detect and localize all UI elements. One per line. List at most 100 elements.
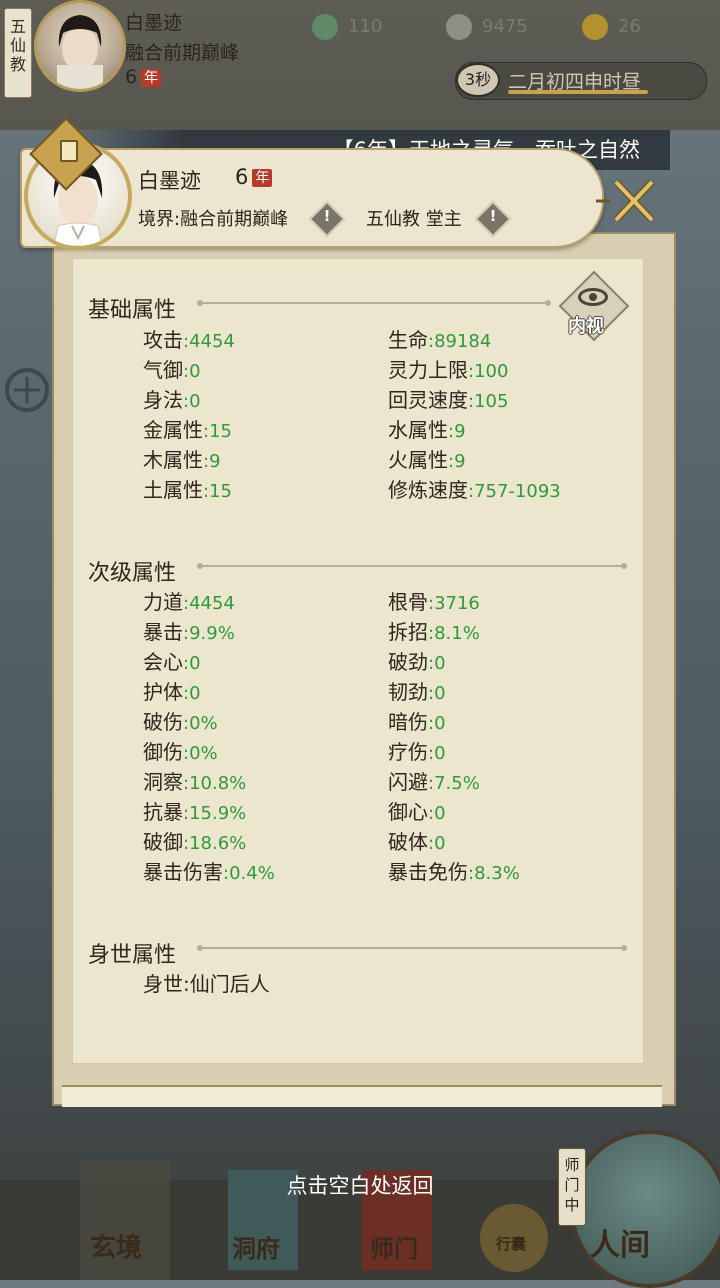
attribute-row: 暴击伤害:0.4% bbox=[143, 856, 275, 885]
attribute-label: 护体 bbox=[143, 680, 183, 704]
section-divider bbox=[197, 945, 627, 951]
attribute-value: :0.4% bbox=[223, 863, 275, 884]
attribute-row: 御伤:0% bbox=[143, 736, 218, 765]
attribute-label: 破劲 bbox=[388, 650, 428, 674]
attribute-label: 破体 bbox=[388, 830, 428, 854]
attribute-label: 破御 bbox=[143, 830, 183, 854]
origin-attributes-title: 身世属性 bbox=[88, 943, 177, 968]
attribute-label: 土属性 bbox=[143, 478, 203, 502]
attribute-label: 暴击 bbox=[143, 620, 183, 644]
attribute-label: 金属性 bbox=[143, 418, 203, 442]
attribute-row: 拆招:8.1% bbox=[388, 616, 480, 645]
profile-realm: 境界:融合前期巅峰 bbox=[138, 209, 289, 230]
resource-jade[interactable]: 110 bbox=[312, 14, 382, 40]
attribute-row: 修炼速度:757-1093 bbox=[388, 474, 561, 503]
attribute-label: 根骨 bbox=[388, 590, 428, 614]
nav-shimen[interactable]: 师门 bbox=[370, 1229, 418, 1264]
attribute-label: 抗暴 bbox=[143, 800, 183, 824]
coin-value: 9475 bbox=[482, 16, 528, 37]
strength-value: 26 bbox=[618, 16, 641, 37]
attribute-label: 御心 bbox=[388, 800, 428, 824]
attribute-row: 护体:0 bbox=[143, 676, 201, 705]
attribute-value: :4454 bbox=[183, 593, 235, 614]
resource-strength[interactable]: 26 bbox=[582, 14, 641, 40]
profile-years: 6年 bbox=[235, 165, 273, 189]
attribute-value: :9 bbox=[448, 421, 466, 442]
nav-dongfu[interactable]: 洞府 bbox=[232, 1229, 280, 1264]
player-years: 6年 bbox=[125, 66, 162, 88]
attribute-value: :0 bbox=[183, 683, 201, 704]
attribute-value: :105 bbox=[468, 391, 509, 412]
attribute-row: 火属性:9 bbox=[388, 444, 466, 473]
attribute-row: 韧劲:0 bbox=[388, 676, 446, 705]
time-progress bbox=[508, 90, 648, 94]
attribute-row: 暴击免伤:8.3% bbox=[388, 856, 520, 885]
attribute-row: 根骨:3716 bbox=[388, 586, 480, 615]
attribute-label: 韧劲 bbox=[388, 680, 428, 704]
year-stamp: 年 bbox=[141, 68, 162, 87]
inner-view-button[interactable]: 内视 bbox=[558, 270, 630, 342]
nav-xuanjing[interactable]: 玄境 bbox=[90, 1227, 142, 1264]
player-avatar[interactable] bbox=[34, 0, 126, 92]
attribute-row: 金属性:15 bbox=[143, 414, 232, 443]
player-portrait-icon bbox=[57, 15, 103, 89]
attribute-row: 暗伤:0 bbox=[388, 706, 446, 735]
attribute-row: 疗伤:0 bbox=[388, 736, 446, 765]
player-name: 白墨迹 bbox=[125, 12, 183, 34]
origin-label: 身世 bbox=[143, 972, 183, 996]
eye-icon bbox=[578, 288, 608, 306]
jade-icon bbox=[312, 14, 338, 40]
inner-view-label: 内视 bbox=[568, 316, 604, 337]
attribute-value: :15 bbox=[203, 481, 232, 502]
attribute-value: :8.3% bbox=[468, 863, 520, 884]
attribute-value: :0% bbox=[183, 713, 218, 734]
attribute-label: 水属性 bbox=[388, 418, 448, 442]
attribute-value: :15 bbox=[203, 421, 232, 442]
attribute-value: :0 bbox=[428, 833, 446, 854]
sect-tag[interactable]: 五仙教 bbox=[4, 8, 32, 98]
attribute-value: :0 bbox=[428, 743, 446, 764]
time-bar[interactable]: 3秒 二月初四申时昼 bbox=[455, 62, 707, 100]
attribute-label: 破伤 bbox=[143, 710, 183, 734]
nav-xingnang[interactable]: 行囊 bbox=[496, 1233, 526, 1254]
close-button[interactable] bbox=[596, 172, 666, 232]
close-icon bbox=[596, 179, 655, 223]
time-seconds: 3秒 bbox=[456, 63, 500, 97]
section-divider bbox=[197, 300, 551, 306]
attribute-value: :0 bbox=[183, 391, 201, 412]
attribute-label: 暴击伤害 bbox=[143, 860, 223, 884]
attribute-label: 木属性 bbox=[143, 448, 203, 472]
attribute-label: 生命 bbox=[388, 328, 428, 352]
attribute-row: 力道:4454 bbox=[143, 586, 235, 615]
attribute-row: 攻击:4454 bbox=[143, 324, 235, 353]
resource-coin[interactable]: 9475 bbox=[446, 14, 528, 40]
attribute-row: 会心:0 bbox=[143, 646, 201, 675]
attribute-row: 抗暴:15.9% bbox=[143, 796, 246, 825]
attribute-label: 气御 bbox=[143, 358, 183, 382]
attribute-value: :0 bbox=[428, 803, 446, 824]
strength-icon bbox=[582, 14, 608, 40]
attribute-label: 闪避 bbox=[388, 770, 428, 794]
attribute-value: :3716 bbox=[428, 593, 480, 614]
scroll-bottom bbox=[62, 1085, 662, 1107]
profile-sect: 五仙教 堂主 bbox=[366, 209, 462, 230]
tap-to-return-hint: 点击空白处返回 bbox=[286, 1174, 434, 1198]
attribute-value: :0 bbox=[428, 653, 446, 674]
nav-renjian[interactable]: 人间 bbox=[590, 1220, 650, 1264]
attribute-row: 破御:18.6% bbox=[143, 826, 246, 855]
attribute-label: 疗伤 bbox=[388, 740, 428, 764]
attribute-label: 攻击 bbox=[143, 328, 183, 352]
attribute-label: 洞察 bbox=[143, 770, 183, 794]
attribute-row: 洞察:10.8% bbox=[143, 766, 246, 795]
attribute-value: :757-1093 bbox=[468, 481, 561, 502]
human-world-button[interactable] bbox=[570, 1130, 720, 1288]
attribute-label: 修炼速度 bbox=[388, 478, 468, 502]
attribute-value: :0 bbox=[183, 653, 201, 674]
attribute-row: 回灵速度:105 bbox=[388, 384, 508, 413]
jade-value: 110 bbox=[348, 16, 383, 37]
attribute-label: 火属性 bbox=[388, 448, 448, 472]
attribute-row: 土属性:15 bbox=[143, 474, 232, 503]
profile-name: 白墨迹 bbox=[138, 169, 201, 193]
attribute-row: 灵力上限:100 bbox=[388, 354, 508, 383]
attribute-label: 御伤 bbox=[143, 740, 183, 764]
